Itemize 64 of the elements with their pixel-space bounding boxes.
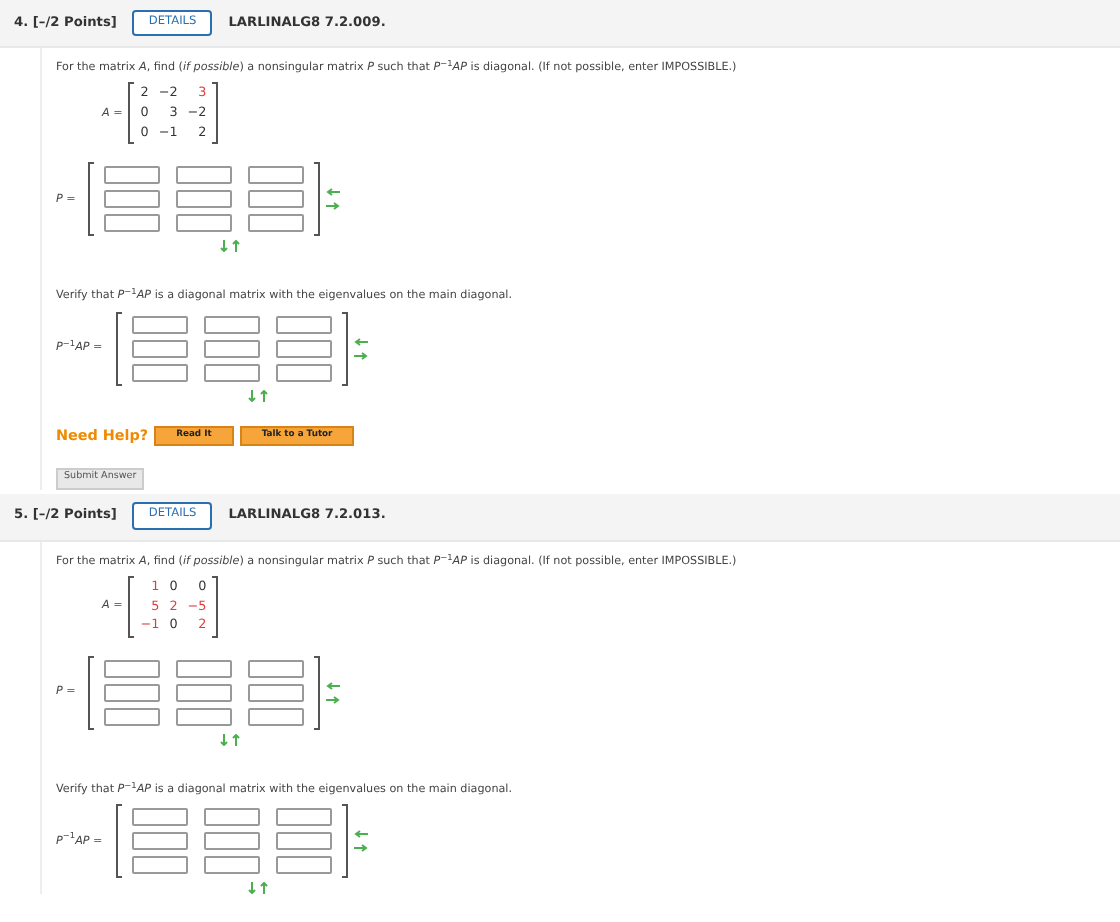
matrix-input-field[interactable]: [176, 214, 232, 233]
matrix-bracket: [116, 311, 122, 386]
matrix-input-field[interactable]: [204, 832, 260, 851]
matrix-input-field[interactable]: [132, 832, 188, 851]
matrix-input-field[interactable]: [104, 683, 160, 702]
left-arrow-icon[interactable]: [354, 337, 368, 346]
right-arrow-icon[interactable]: [326, 202, 340, 211]
matrix-input-field[interactable]: [132, 808, 188, 827]
matrix-input-field[interactable]: [276, 315, 332, 334]
down-arrow-icon[interactable]: [248, 389, 256, 402]
matrix-input-field[interactable]: [132, 315, 188, 334]
matrix-input-field[interactable]: [204, 856, 260, 875]
up-arrow-icon[interactable]: [260, 882, 268, 895]
right-arrow-icon[interactable]: [354, 844, 368, 853]
down-arrow-icon[interactable]: [248, 882, 256, 895]
down-arrow-icon[interactable]: [220, 733, 228, 746]
matrix-bracket: [314, 655, 320, 730]
matrix-input-field[interactable]: [248, 683, 304, 702]
matrix-input-field[interactable]: [248, 214, 304, 233]
matrix-input-field[interactable]: [204, 339, 260, 358]
matrix-input-field[interactable]: [132, 856, 188, 875]
right-arrow-icon[interactable]: [354, 351, 368, 360]
up-arrow-icon[interactable]: [260, 389, 268, 402]
matrix-input-field[interactable]: [276, 808, 332, 827]
up-arrow-icon[interactable]: [232, 240, 240, 253]
matrix-input-field[interactable]: [276, 363, 332, 382]
matrix-input-field[interactable]: [204, 315, 260, 334]
matrix-input-field[interactable]: [248, 166, 304, 185]
matrix-input-field[interactable]: [248, 659, 304, 678]
matrix-bracket: [342, 804, 348, 879]
matrix-input-field[interactable]: [176, 683, 232, 702]
left-arrow-icon[interactable]: [354, 830, 368, 839]
matrix-input-field[interactable]: [104, 190, 160, 209]
matrix-input-field[interactable]: [104, 214, 160, 233]
matrix-input-field[interactable]: [276, 856, 332, 875]
matrix-bracket: [342, 311, 348, 386]
matrix-bracket: [88, 655, 94, 730]
matrix-input-field[interactable]: [276, 832, 332, 851]
matrix-bracket: [212, 82, 219, 145]
down-arrow-icon[interactable]: [220, 240, 228, 253]
matrix-input-field[interactable]: [176, 190, 232, 209]
matrix-bracket: [128, 576, 135, 638]
matrix-input-field[interactable]: [132, 339, 188, 358]
matrix-input-field[interactable]: [176, 166, 232, 185]
up-arrow-icon[interactable]: [232, 733, 240, 746]
matrix-bracket: [314, 162, 320, 237]
matrix-bracket: [212, 576, 219, 638]
left-arrow-icon[interactable]: [326, 681, 340, 690]
matrix-input-field[interactable]: [248, 190, 304, 209]
left-arrow-icon[interactable]: [326, 188, 340, 197]
matrix-input-field[interactable]: [204, 808, 260, 827]
matrix-bracket: [116, 804, 122, 879]
matrix-input-field[interactable]: [104, 707, 160, 726]
matrix-input-field[interactable]: [176, 659, 232, 678]
matrix-input-field[interactable]: [104, 659, 160, 678]
matrix-input-field[interactable]: [176, 707, 232, 726]
matrix-bracket: [128, 82, 135, 145]
matrix-input-field[interactable]: [104, 166, 160, 185]
matrix-input-field[interactable]: [132, 363, 188, 382]
matrix-input-field[interactable]: [276, 339, 332, 358]
matrix-bracket: [88, 162, 94, 237]
matrix-input-field[interactable]: [248, 707, 304, 726]
right-arrow-icon[interactable]: [326, 695, 340, 704]
matrix-input-field[interactable]: [204, 363, 260, 382]
